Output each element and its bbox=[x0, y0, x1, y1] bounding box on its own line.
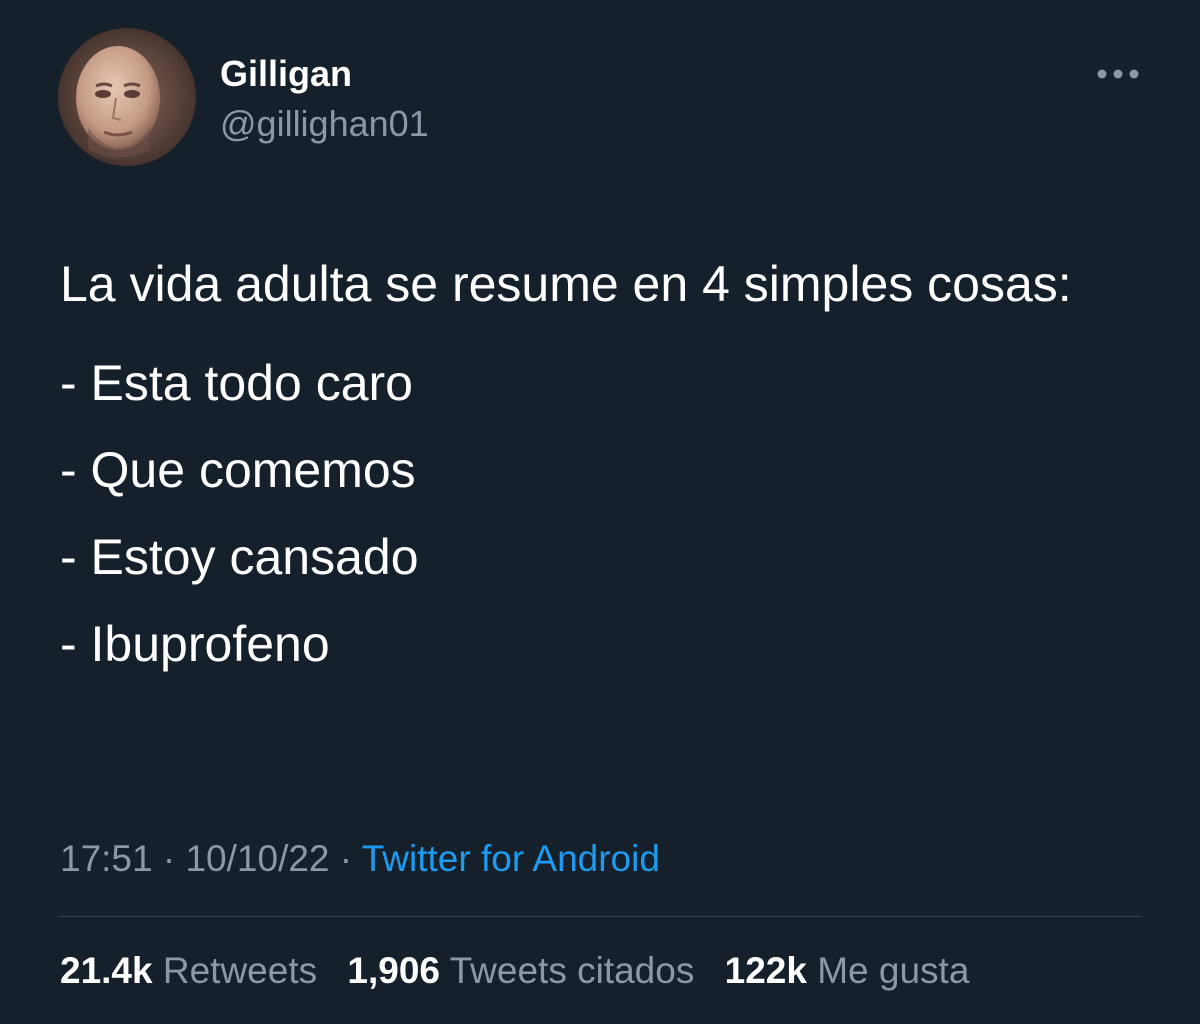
tweet-source-link[interactable]: Twitter for Android bbox=[362, 838, 660, 879]
author-handle[interactable]: @gillighan01 bbox=[220, 102, 429, 146]
avatar[interactable] bbox=[58, 28, 196, 166]
tweet-list-item: - Esta todo caro bbox=[60, 355, 413, 411]
quote-tweets-count: 1,906 bbox=[347, 950, 440, 991]
tweet-list-item: - Ibuprofeno bbox=[60, 616, 330, 672]
tweet-stats: 21.4k Retweets 1,906 Tweets citados 122k… bbox=[60, 948, 989, 994]
tweet-time[interactable]: 17:51 bbox=[60, 838, 153, 879]
more-horizontal-icon bbox=[1097, 69, 1139, 79]
likes-stat[interactable]: 122k Me gusta bbox=[725, 948, 970, 994]
tweet-text: La vida adulta se resume en 4 simples co… bbox=[60, 240, 1140, 688]
quote-tweets-stat[interactable]: 1,906 Tweets citados bbox=[347, 948, 694, 994]
tweet-meta: 17:51 · 10/10/22 · Twitter for Android bbox=[60, 836, 660, 882]
retweets-count: 21.4k bbox=[60, 950, 153, 991]
tweet-list-item: - Que comemos bbox=[60, 442, 416, 498]
likes-count: 122k bbox=[724, 950, 807, 991]
retweets-label: Retweets bbox=[162, 950, 318, 991]
meta-separator: · bbox=[339, 838, 353, 879]
author-display-name[interactable]: Gilligan bbox=[220, 52, 352, 96]
tweet-card: Gilligan @gillighan01 La vida adulta se … bbox=[0, 0, 1200, 1024]
meta-separator: · bbox=[162, 838, 176, 879]
tweet-intro: La vida adulta se resume en 4 simples co… bbox=[60, 256, 1072, 312]
retweets-stat[interactable]: 21.4k Retweets bbox=[60, 948, 317, 994]
quote-tweets-label: Tweets citados bbox=[449, 950, 695, 991]
tweet-date[interactable]: 10/10/22 bbox=[185, 838, 329, 879]
divider bbox=[58, 916, 1142, 917]
likes-label: Me gusta bbox=[817, 950, 970, 991]
more-options-button[interactable] bbox=[1090, 56, 1146, 92]
tweet-list: - Esta todo caro - Que comemos - Estoy c… bbox=[60, 340, 1140, 688]
tweet-list-item: - Estoy cansado bbox=[60, 529, 419, 585]
avatar-photo bbox=[58, 28, 196, 166]
